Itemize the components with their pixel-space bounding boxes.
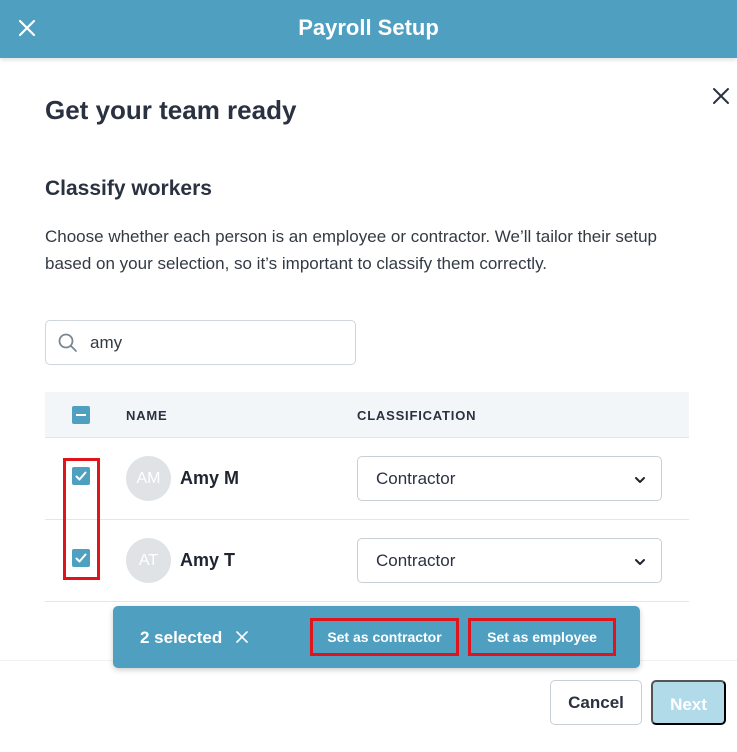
search-box[interactable]: [45, 320, 356, 365]
search-input[interactable]: [90, 329, 340, 357]
worker-name: Amy T: [180, 550, 236, 570]
classification-value: Contractor: [376, 469, 456, 488]
selected-count: 2 selected: [140, 628, 223, 647]
select-all-checkbox[interactable]: [72, 406, 90, 424]
classification-select[interactable]: Contractor: [357, 456, 662, 501]
chevron-down-icon: [633, 555, 647, 569]
set-as-employee-button[interactable]: Set as employee: [468, 618, 616, 656]
section-description: Choose whether each person is an employe…: [45, 227, 658, 273]
avatar: AT: [126, 538, 171, 583]
search-icon: [57, 332, 79, 354]
classification-select[interactable]: Contractor: [357, 538, 662, 583]
close-icon[interactable]: [710, 85, 732, 107]
set-as-contractor-button[interactable]: Set as contractor: [310, 618, 459, 656]
chevron-down-icon: [633, 473, 647, 487]
workers-table: NAME CLASSIFICATION AM Amy M Contractor …: [45, 392, 689, 602]
table-row: AT Amy T Contractor: [45, 520, 689, 602]
table-row: AM Amy M Contractor: [45, 438, 689, 520]
table-header: NAME CLASSIFICATION: [45, 392, 689, 438]
avatar: AM: [126, 456, 171, 501]
column-header-name: NAME: [126, 408, 168, 423]
cancel-button[interactable]: Cancel: [550, 680, 642, 725]
classification-value: Contractor: [376, 551, 456, 570]
bulk-action-bar: 2 selected Set as contractor Set as empl…: [113, 606, 640, 668]
worker-name: Amy M: [180, 468, 240, 488]
footer: Cancel Next: [0, 660, 737, 752]
top-bar: Payroll Setup: [0, 0, 737, 58]
checkbox-highlight: [63, 458, 100, 580]
next-button[interactable]: Next: [651, 680, 726, 725]
column-header-classification: CLASSIFICATION: [357, 408, 477, 423]
clear-selection-icon[interactable]: [235, 630, 249, 644]
section-title: Classify workers: [45, 177, 212, 200]
page-title: Get your team ready: [45, 95, 297, 125]
app-title: Payroll Setup: [298, 15, 439, 40]
